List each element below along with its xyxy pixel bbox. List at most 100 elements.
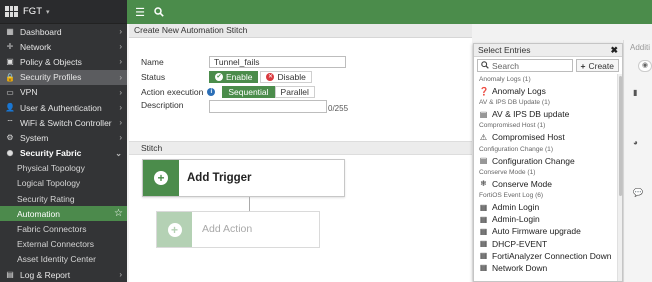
sidebar-subitem-asset-identity-center[interactable]: Asset Identity Center xyxy=(0,252,127,267)
chevron-right-icon: › xyxy=(119,42,122,52)
search-icon xyxy=(481,60,489,71)
stitch-section-header: Stitch xyxy=(129,141,472,155)
additional-info-title: Additi xyxy=(630,43,651,52)
entry-item[interactable]: ▤ Configuration Change xyxy=(479,155,622,167)
search-placeholder: Search xyxy=(492,60,519,71)
entry-category: Conserve Mode (1) xyxy=(479,168,536,176)
stitch-form: Name Tunnel_fails Status ✔ Enable ✕ Disa… xyxy=(129,38,472,282)
sidebar-nav: ▦ Dashboard › ✛ Network › ▣ Policy & Objects › 🔒 S… xyxy=(0,24,127,282)
entry-label: Conserve Mode xyxy=(492,178,553,189)
add-action-card[interactable]: + Add Action xyxy=(156,211,320,248)
entry-item[interactable]: ▦ Admin Login xyxy=(479,201,622,213)
sidebar-item-label: WiFi & Switch Controller xyxy=(20,117,112,128)
sidebar-item-security-fabric[interactable]: ✺ Security Fabric ⌄ xyxy=(0,146,127,161)
status-disable-button[interactable]: ✕ Disable xyxy=(260,71,312,83)
name-row: Name Tunnel_fails xyxy=(141,56,346,68)
log-icon: ▦ xyxy=(479,239,488,249)
name-label: Name xyxy=(141,57,164,67)
entry-label: Admin-Login xyxy=(492,214,540,225)
chevron-right-icon: › xyxy=(119,133,122,143)
plus-icon: + xyxy=(167,222,182,237)
sidebar-item-label: VPN xyxy=(20,87,38,98)
sidebar-item-wifi-switch-controller[interactable]: ⌔ WiFi & Switch Controller › xyxy=(0,115,127,130)
sidebar-item-log-report[interactable]: ▤ Log & Report › xyxy=(0,267,127,282)
sidebar-subitem-label: Physical Topology xyxy=(17,163,85,174)
document-icon: ▤ xyxy=(479,109,488,119)
sidebar-item-vpn[interactable]: ▭ VPN › xyxy=(0,85,127,100)
exec-parallel-button[interactable]: Parallel xyxy=(274,86,315,98)
info-icon[interactable]: i xyxy=(207,88,216,96)
add-action-label: Add Action xyxy=(202,223,253,235)
vpn-icon: ▭ xyxy=(6,87,14,97)
description-textarea[interactable] xyxy=(209,100,327,113)
add-trigger-card[interactable]: + Add Trigger xyxy=(142,159,345,197)
sidebar-subitem-security-rating[interactable]: Security Rating xyxy=(0,191,127,206)
sidebar-item-user-authentication[interactable]: 👤 User & Authentication › xyxy=(0,100,127,115)
sidebar-subitem-logical-topology[interactable]: Logical Topology xyxy=(0,176,127,191)
log-icon: ▦ xyxy=(479,202,488,212)
chevron-right-icon: › xyxy=(119,72,122,82)
sidebar-subitem-external-connectors[interactable]: External Connectors xyxy=(0,237,127,252)
sidebar-subitem-label: Logical Topology xyxy=(17,178,81,189)
sidebar-item-label: Log & Report xyxy=(20,269,71,280)
entries-scrollbar[interactable] xyxy=(617,74,622,281)
entry-label: Network Down xyxy=(492,262,548,273)
sidebar-item-policy-objects[interactable]: ▣ Policy & Objects › xyxy=(0,54,127,69)
sidebar-subitem-physical-topology[interactable]: Physical Topology xyxy=(0,161,127,176)
entry-item[interactable]: ⚠ Compromised Host xyxy=(479,131,622,143)
sidebar-item-system[interactable]: ⚙ System › xyxy=(0,130,127,145)
entry-label: Compromised Host xyxy=(492,132,565,143)
search-input[interactable]: Search xyxy=(477,59,573,72)
search-icon[interactable] xyxy=(151,4,167,20)
sidebar-item-label: Security Profiles xyxy=(20,72,82,83)
exec-sequential-button[interactable]: Sequential xyxy=(222,86,275,98)
entry-item[interactable]: ▦ FortiAnalyzer Connection Down xyxy=(479,250,622,262)
star-icon[interactable]: ☆ xyxy=(114,208,123,219)
sidebar-item-network[interactable]: ✛ Network › xyxy=(0,39,127,54)
status-row: Status ✔ Enable ✕ Disable xyxy=(141,71,312,83)
entry-label: Configuration Change xyxy=(492,155,575,166)
add-action-plus: + xyxy=(157,212,192,247)
close-icon[interactable]: ✖ xyxy=(610,44,618,56)
sidebar-subitem-automation[interactable]: Automation ☆ xyxy=(0,206,127,222)
brand-header[interactable]: FGT ▾ xyxy=(0,0,127,24)
chevron-right-icon: › xyxy=(119,27,122,37)
wifi-icon: ⌔ xyxy=(6,117,14,127)
close-icon: ✕ xyxy=(266,73,275,81)
chevron-down-icon: ⌄ xyxy=(115,148,122,158)
status-enable-button[interactable]: ✔ Enable xyxy=(209,71,259,83)
plus-icon: + xyxy=(154,171,168,185)
entry-item[interactable]: ❓ Anomaly Logs xyxy=(479,85,622,97)
entry-item[interactable]: ▤ AV & IPS DB update xyxy=(479,108,622,120)
entry-item[interactable]: ▦ DHCP-EVENT xyxy=(479,238,622,250)
entry-item[interactable]: ▦ Auto Firmware upgrade xyxy=(479,225,622,237)
create-label: Create xyxy=(588,60,614,71)
scrollbar-thumb[interactable] xyxy=(619,76,622,196)
chevron-right-icon: › xyxy=(119,118,122,128)
sidebar-item-label: Security Fabric xyxy=(20,148,82,159)
warning-icon: ⚠ xyxy=(479,132,488,142)
menu-icon[interactable]: ☰ xyxy=(132,4,148,20)
entry-item[interactable]: ▦ Admin-Login xyxy=(479,213,622,225)
eye-icon[interactable]: ◉ xyxy=(638,60,652,72)
name-input[interactable]: Tunnel_fails xyxy=(209,56,346,68)
sidebar-item-dashboard[interactable]: ▦ Dashboard › xyxy=(0,24,127,39)
chevron-down-icon: ▾ xyxy=(46,8,50,16)
gear-icon: ⚙ xyxy=(6,133,14,143)
entry-item[interactable]: ❄ Conserve Mode xyxy=(479,178,622,190)
action-execution-row: Action execution i Sequential Parallel xyxy=(141,86,315,98)
entry-label: FortiAnalyzer Connection Down xyxy=(492,250,612,261)
description-label: Description xyxy=(141,100,184,110)
sidebar-item-security-profiles[interactable]: 🔒 Security Profiles › xyxy=(0,69,127,85)
sidebar-item-label: Dashboard xyxy=(20,26,62,37)
entry-label: Admin Login xyxy=(492,202,540,213)
entry-category: FortiOS Event Log (6) xyxy=(479,191,544,199)
create-button[interactable]: + Create xyxy=(575,59,619,72)
entry-item[interactable]: ▦ Network Down xyxy=(479,262,622,274)
entry-category: Anomaly Logs (1) xyxy=(479,76,531,83)
sidebar-subitem-fabric-connectors[interactable]: Fabric Connectors xyxy=(0,221,127,236)
action-execution-label: Action execution xyxy=(141,87,204,97)
people-icon: ◕ xyxy=(633,138,638,147)
chevron-right-icon: › xyxy=(119,103,122,113)
sidebar-subitem-label: Security Rating xyxy=(17,193,75,204)
